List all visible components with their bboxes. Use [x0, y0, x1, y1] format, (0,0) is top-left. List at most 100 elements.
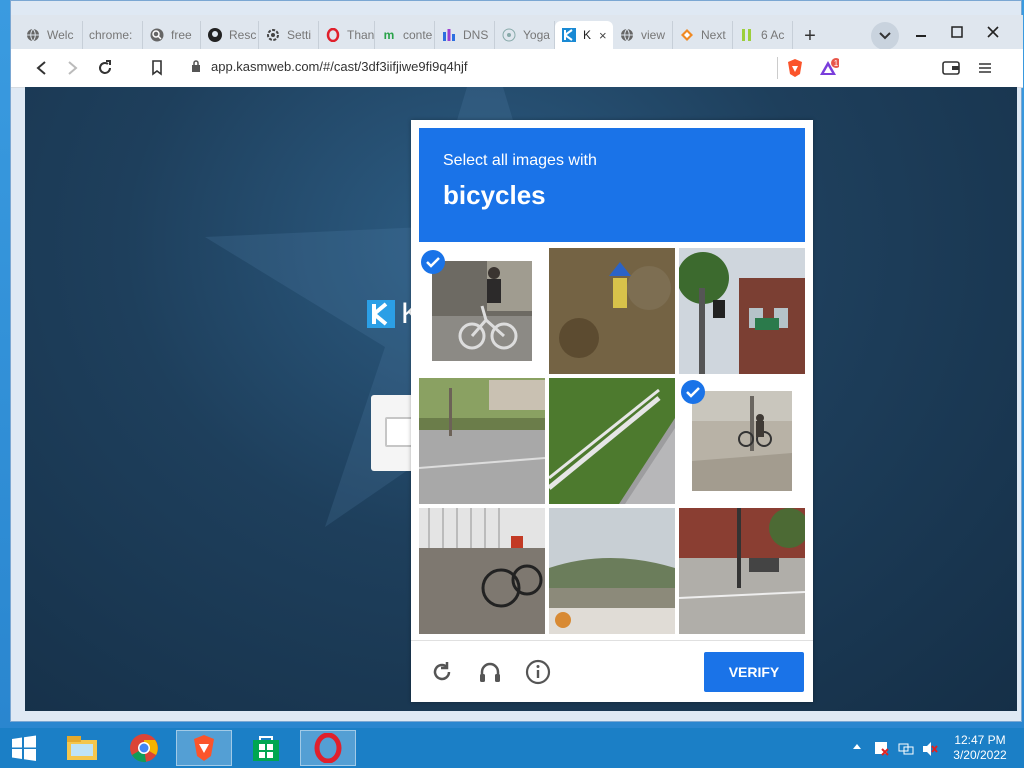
kasm-icon [561, 27, 577, 43]
brave-shield-icon[interactable] [785, 58, 805, 78]
tab-yoga[interactable]: Yoga [495, 21, 555, 49]
captcha-tile-5[interactable] [549, 378, 675, 504]
tab-dns[interactable]: DNS [435, 21, 495, 49]
captcha-tile-6[interactable] [679, 378, 805, 504]
tab-chrome[interactable]: chrome: [83, 21, 143, 49]
chevron-down-icon [879, 32, 891, 40]
toolbar-divider [777, 57, 778, 79]
kasm-logo-icon [367, 300, 395, 328]
tab-6ac[interactable]: 6 Ac [733, 21, 793, 49]
action-center-icon[interactable] [874, 741, 890, 760]
captcha-instruction: Select all images with [443, 152, 597, 169]
clock-date: 3/20/2022 [953, 748, 1007, 762]
captcha-tile-1[interactable] [419, 248, 545, 374]
captcha-challenge: Select all images with bicycles VERIFY [411, 120, 813, 702]
network-icon[interactable] [898, 741, 914, 760]
captcha-header: Select all images with bicycles [419, 128, 805, 242]
chrome-icon [130, 734, 158, 763]
wallet-icon[interactable] [941, 58, 961, 78]
file-explorer-icon [67, 736, 97, 760]
tab-kasm-active[interactable]: K × [555, 21, 613, 49]
verify-button[interactable]: VERIFY [704, 652, 804, 692]
volume-muted-icon[interactable] [922, 741, 938, 760]
tile-image-bike-path-railing [549, 378, 675, 504]
start-button[interactable] [4, 730, 44, 766]
tab-label: free [171, 28, 192, 42]
taskbar-opera[interactable] [300, 730, 356, 766]
dns-icon [441, 27, 457, 43]
rewards-badge: 1 [834, 59, 839, 68]
windows-logo-icon [12, 735, 36, 761]
info-icon[interactable] [525, 659, 551, 685]
reload-challenge-icon[interactable] [429, 659, 455, 685]
tab-content[interactable]: m conte [375, 21, 435, 49]
tab-label: DNS [463, 28, 489, 42]
m-icon: m [383, 28, 395, 42]
captcha-tile-9[interactable] [679, 508, 805, 634]
tab-search-button[interactable] [871, 22, 899, 50]
minimize-button[interactable] [915, 25, 927, 41]
tab-label: view [641, 28, 666, 42]
captcha-footer: VERIFY [411, 640, 813, 703]
tab-label: Resc [229, 28, 257, 42]
captcha-tile-3[interactable] [679, 248, 805, 374]
tab-strip: Welc chrome: free Resc Setti Than m cont… [11, 15, 1023, 50]
tab-label: Welc [47, 28, 74, 42]
tab-next[interactable]: Next [673, 21, 733, 49]
back-button[interactable] [31, 58, 51, 78]
tab-label: Yoga [523, 28, 550, 42]
tile-image-road-crosswalk [419, 378, 545, 504]
tab-thanks[interactable]: Than [319, 21, 375, 49]
forward-button[interactable] [63, 58, 83, 78]
maximize-button[interactable] [951, 25, 963, 41]
tab-settings[interactable]: Setti [259, 21, 319, 49]
captcha-grid [419, 248, 805, 634]
menu-icon[interactable] [975, 58, 995, 78]
reload-button[interactable] [95, 58, 115, 78]
tab-free[interactable]: free [143, 21, 201, 49]
address-bar[interactable]: app.kasmweb.com/#/cast/3df3iifjiwe9fi9q4… [211, 59, 468, 74]
tab-github[interactable]: Resc [201, 21, 259, 49]
tab-label: Next [701, 28, 726, 42]
captcha-tile-8[interactable] [549, 508, 675, 634]
captcha-tile-4[interactable] [419, 378, 545, 504]
taskbar-chrome[interactable] [116, 730, 172, 766]
github-icon [207, 27, 223, 43]
taskbar-brave[interactable] [176, 730, 232, 766]
bars-icon [739, 27, 755, 43]
tab-view[interactable]: view [613, 21, 673, 49]
tab-label: K [583, 28, 592, 42]
selected-check-icon [681, 380, 705, 404]
windows-taskbar: 12:47 PM 3/20/2022 [0, 728, 1024, 768]
captcha-target: bicycles [443, 180, 546, 210]
search-icon [149, 27, 165, 43]
bookmark-icon[interactable] [147, 58, 167, 78]
tile-image-fire-hydrant [549, 248, 675, 374]
brave-icon [194, 735, 214, 761]
close-window-button[interactable] [987, 25, 999, 41]
clock-time: 12:47 PM [954, 733, 1006, 747]
diamond-icon [679, 27, 695, 43]
close-tab-icon[interactable]: × [599, 28, 607, 43]
audio-challenge-icon[interactable] [477, 659, 503, 685]
tile-image-hillside-town [549, 508, 675, 634]
brave-rewards-icon[interactable]: 1 [819, 58, 839, 78]
tile-image-man-riding-bicycle [432, 261, 532, 361]
tab-label: 6 Ac [761, 28, 785, 42]
system-clock[interactable]: 12:47 PM 3/20/2022 [940, 733, 1020, 763]
captcha-tile-2[interactable] [549, 248, 675, 374]
tab-welcome[interactable]: Welc [19, 21, 83, 49]
taskbar-file-explorer[interactable] [54, 730, 110, 766]
tab-label: Setti [287, 28, 312, 42]
new-tab-button[interactable]: + [799, 25, 821, 47]
taskbar-store[interactable] [238, 730, 294, 766]
globe-icon [619, 27, 635, 43]
show-hidden-icons-button[interactable] [852, 741, 862, 753]
gear-icon [265, 27, 281, 43]
lock-icon [191, 60, 201, 78]
browser-toolbar: app.kasmweb.com/#/cast/3df3iifjiwe9fi9q4… [11, 49, 1023, 88]
selected-check-icon [421, 250, 445, 274]
tile-image-traffic-light-street [679, 248, 805, 374]
yoga-icon [501, 27, 517, 43]
captcha-tile-7[interactable] [419, 508, 545, 634]
